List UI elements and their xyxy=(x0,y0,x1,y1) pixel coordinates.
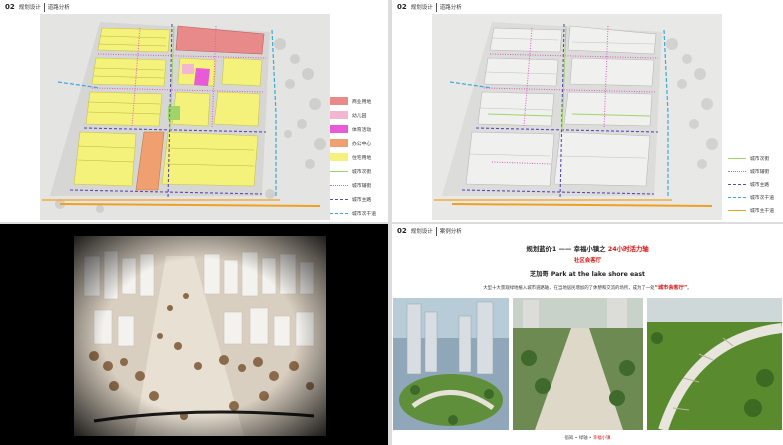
legend-label: 城市次街 xyxy=(352,169,372,175)
section-number: 02 xyxy=(397,3,407,11)
legend-item: 幼儿园 xyxy=(330,108,384,122)
park-photo-aerial xyxy=(393,298,509,430)
park-title: 芝加哥 Park at the lake shore east xyxy=(530,271,645,278)
panel-header: 02 规划设计 案例分析 xyxy=(392,224,462,238)
panel-model-photo xyxy=(0,224,388,445)
legend-swatch xyxy=(330,97,348,105)
footer-highlight: 幸福小镇 xyxy=(592,436,611,441)
legend-swatch xyxy=(330,111,348,119)
legend-label: 商业用地 xyxy=(352,99,372,105)
legend-item: 商业用地 xyxy=(330,94,384,108)
legend-line xyxy=(330,170,348,172)
scale-model-photo xyxy=(74,236,326,436)
case-title-prefix: 规划蓝价1 —— 幸福小镇之 xyxy=(526,245,606,253)
legend-item: 城市次街 xyxy=(728,152,780,165)
legend-line xyxy=(728,171,746,172)
legend-swatch xyxy=(330,139,348,147)
footer-text: 宿知 • 绿轴 • xyxy=(564,436,592,441)
land-use-legend: 商业用地幼儿园体育活动办公中心住宅用地城市次街城市辅街城市主路城市次干道城市主干… xyxy=(330,94,384,222)
panel-case-study: 02 规划设计 案例分析 规划蓝价1 —— 幸福小镇之 24小时活力轴 社区会客… xyxy=(392,224,783,445)
header-divider xyxy=(435,2,437,12)
legend-line xyxy=(728,197,746,198)
legend-line xyxy=(330,212,348,214)
legend-label: 城市主干道 xyxy=(750,209,774,214)
legend-item: 办公中心 xyxy=(330,136,384,150)
legend-label: 城市辅街 xyxy=(352,183,372,189)
land-use-map xyxy=(40,14,330,220)
legend-line xyxy=(728,184,746,185)
legend-item: 城市辅街 xyxy=(728,165,780,178)
desc-suffix: 。 xyxy=(687,286,692,291)
panel-header: 02 规划设计 道路分析 xyxy=(392,0,462,14)
legend-item: 城市主路 xyxy=(330,192,384,206)
legend-label: 城市主路 xyxy=(352,197,372,203)
header-subsection: 案例分析 xyxy=(439,229,462,235)
case-footer: 宿知 • 绿轴 • 幸福小镇 xyxy=(392,435,783,441)
legend-item: 城市次干道 xyxy=(330,206,384,220)
desc-highlight: “城市会客厅” xyxy=(654,285,688,291)
legend-label: 体育活动 xyxy=(352,127,372,133)
park-photo-curve xyxy=(647,298,782,430)
section-number: 02 xyxy=(5,3,15,11)
legend-swatch xyxy=(330,153,348,161)
header-subsection: 道路分析 xyxy=(439,5,462,11)
legend-label: 城市次干道 xyxy=(352,211,376,217)
legend-item: 城市辅街 xyxy=(330,178,384,192)
road-network-map xyxy=(432,14,722,220)
panel-land-use-plan: 02 规划设计 道路分析 商业用地 幼儿园 体育活动 办公中心 住宅用地 城市次… xyxy=(0,0,388,222)
legend-label: 城市次干道 xyxy=(750,196,774,201)
section-number: 02 xyxy=(397,227,407,235)
legend-line xyxy=(330,198,348,200)
case-title-highlight: 24小时活力轴 xyxy=(607,245,649,253)
header-divider xyxy=(43,2,45,12)
road-legend: 城市次街城市辅街城市主路城市次干道城市主干道 xyxy=(728,152,780,217)
desc-text: 大型十大景观绿地植入城市道路轴，在当地居民增加的了休憩和交流的场所，成为了一处 xyxy=(483,286,655,291)
header-section: 规划设计 xyxy=(410,229,433,235)
legend-item: 城市次街 xyxy=(330,164,384,178)
legend-item: 城市主干道 xyxy=(330,220,384,222)
header-subsection: 道路分析 xyxy=(47,5,70,11)
park-photos xyxy=(393,298,782,430)
legend-label: 城市辅街 xyxy=(750,170,770,175)
header-section: 规划设计 xyxy=(18,5,41,11)
case-description: 大型十大景观绿地植入城市道路轴，在当地居民增加的了休憩和交流的场所，成为了一处“… xyxy=(392,284,783,291)
legend-label: 城市次街 xyxy=(750,157,770,162)
legend-item: 城市次干道 xyxy=(728,191,780,204)
legend-swatch xyxy=(330,125,348,133)
legend-line xyxy=(728,210,746,211)
legend-item: 住宅用地 xyxy=(330,150,384,164)
legend-label: 城市主路 xyxy=(750,183,770,188)
legend-line xyxy=(330,184,348,186)
case-subtitle: 社区会客厅 xyxy=(574,258,601,264)
legend-item: 城市主路 xyxy=(728,178,780,191)
legend-item: 城市主干道 xyxy=(728,204,780,217)
park-photo-path xyxy=(513,298,643,430)
case-title: 规划蓝价1 —— 幸福小镇之 24小时活力轴 xyxy=(392,244,783,253)
legend-label: 办公中心 xyxy=(352,141,372,147)
header-section: 规划设计 xyxy=(410,5,433,11)
panel-header: 02 规划设计 道路分析 xyxy=(0,0,70,14)
legend-label: 住宅用地 xyxy=(352,155,372,161)
legend-line xyxy=(728,158,746,159)
panel-road-network: 02 规划设计 道路分析 城市次街 城市辅街 城市主路 城市次干道 城市主干道 xyxy=(392,0,783,222)
legend-label: 幼儿园 xyxy=(352,113,367,119)
legend-item: 体育活动 xyxy=(330,122,384,136)
header-divider xyxy=(435,226,437,236)
